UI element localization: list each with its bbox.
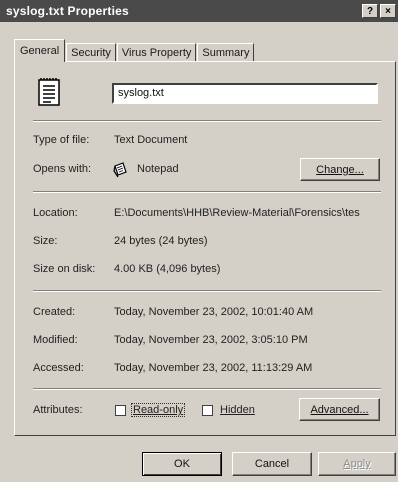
hidden-label[interactable]: Hidden [220, 404, 255, 416]
ok-button[interactable]: OK [142, 452, 222, 476]
type-of-file-value: Text Document [114, 134, 188, 146]
title-bar[interactable]: syslog.txt Properties ? × [0, 0, 398, 22]
window-title: syslog.txt Properties [6, 4, 129, 18]
location-value: E:\Documents\HHB\Review-Material\Forensi… [114, 207, 360, 219]
help-button[interactable]: ? [362, 4, 378, 18]
tab-summary[interactable]: Summary [197, 43, 255, 62]
cancel-button-label: Cancel [254, 458, 290, 470]
apply-button[interactable]: Apply [318, 452, 396, 476]
readonly-checkbox[interactable] [115, 405, 126, 416]
size-on-disk-value: 4.00 KB (4,096 bytes) [114, 263, 221, 275]
opens-with-value: Notepad [137, 163, 179, 175]
ok-button-label: OK [174, 458, 190, 470]
tab-virus-property[interactable]: Virus Property [116, 43, 197, 62]
file-name-field[interactable]: syslog.txt [112, 83, 378, 104]
tab-strip: General Security Virus Property Summary [14, 38, 255, 62]
separator [33, 191, 381, 193]
tab-general[interactable]: General [14, 39, 66, 62]
close-button[interactable]: × [380, 4, 396, 18]
close-icon: × [385, 5, 391, 17]
modified-label: Modified: [33, 334, 78, 346]
separator [33, 290, 381, 292]
text-file-icon [38, 78, 60, 106]
general-panel: syslog.txt Type of file: Text Document O… [14, 61, 396, 436]
attributes-label: Attributes: [33, 404, 83, 416]
change-button[interactable]: Change... [300, 158, 380, 181]
advanced-button[interactable]: Advanced... [299, 398, 380, 421]
separator [33, 388, 381, 390]
accessed-value: Today, November 23, 2002, 11:13:29 AM [114, 362, 313, 374]
created-label: Created: [33, 306, 76, 318]
size-value: 24 bytes (24 bytes) [114, 235, 208, 247]
size-label: Size: [33, 235, 58, 247]
location-label: Location: [33, 207, 78, 219]
separator [33, 120, 381, 122]
readonly-label[interactable]: Read-only [130, 403, 186, 417]
help-icon: ? [366, 5, 374, 17]
hidden-checkbox[interactable] [202, 405, 213, 416]
type-of-file-label: Type of file: [33, 134, 90, 146]
advanced-button-label: Advanced... [310, 403, 369, 416]
size-on-disk-label: Size on disk: [33, 263, 96, 275]
modified-value: Today, November 23, 2002, 3:05:10 PM [114, 334, 308, 346]
accessed-label: Accessed: [33, 362, 84, 374]
opens-with-label: Opens with: [33, 163, 92, 175]
change-button-label: Change... [316, 163, 364, 176]
cancel-button[interactable]: Cancel [232, 452, 312, 476]
created-value: Today, November 23, 2002, 10:01:40 AM [114, 306, 314, 318]
notepad-icon [113, 162, 127, 178]
tab-security[interactable]: Security [66, 43, 116, 62]
apply-button-label: Apply [343, 458, 371, 470]
